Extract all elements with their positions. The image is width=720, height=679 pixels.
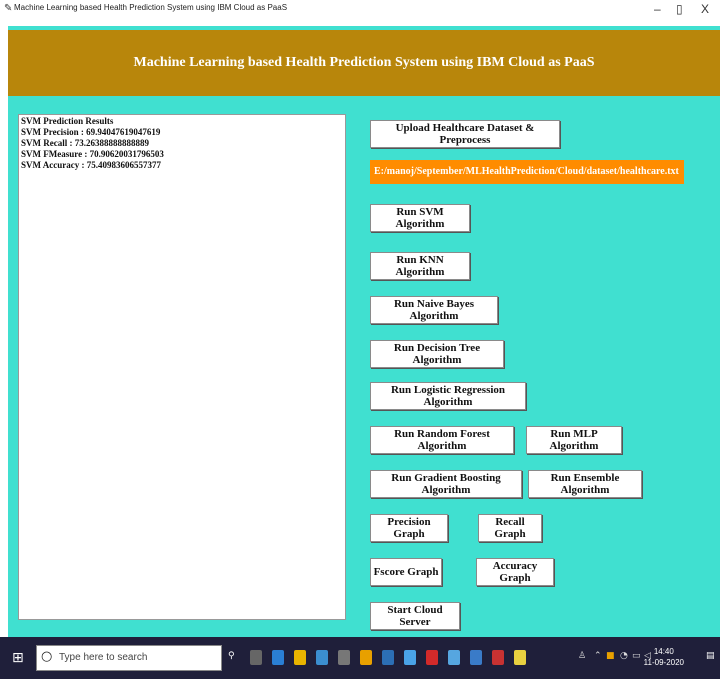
run-decision-tree-button[interactable]: Run Decision Tree Algorithm	[370, 340, 504, 368]
results-line: SVM Precision : 69.94047619047619	[21, 127, 161, 137]
cortana-circle-icon: ○	[41, 649, 53, 664]
upload-dataset-button[interactable]: Upload Healthcare Dataset & Preprocess	[370, 120, 560, 148]
taskbar-search-box[interactable]: ○ Type here to search	[36, 645, 222, 671]
edge-browser-icon[interactable]	[272, 650, 284, 665]
precision-graph-button[interactable]: Precision Graph	[370, 514, 448, 542]
chrome-icon[interactable]	[360, 650, 372, 665]
run-random-forest-button[interactable]: Run Random Forest Algorithm	[370, 426, 514, 454]
run-mlp-button[interactable]: Run MLP Algorithm	[526, 426, 622, 454]
app-icon[interactable]	[492, 650, 504, 665]
fscore-graph-button[interactable]: Fscore Graph	[370, 558, 442, 586]
file-explorer-icon[interactable]	[294, 650, 306, 665]
windows-start-icon[interactable]: ⊞	[12, 650, 24, 666]
run-ensemble-button[interactable]: Run Ensemble Algorithm	[528, 470, 642, 498]
app-header: Machine Learning based Health Prediction…	[8, 30, 720, 96]
store-icon[interactable]	[316, 650, 328, 665]
pdf-icon[interactable]	[426, 650, 438, 665]
results-line: SVM Prediction Results	[21, 116, 114, 126]
clock-time: 14:40	[653, 647, 674, 656]
battery-icon[interactable]: ▭	[632, 651, 641, 661]
taskbar: ⊞ ○ Type here to search ⚲ ♙ ⌃ ■ ◔ ▭ ◁ 14…	[0, 637, 720, 679]
taskbar-clock[interactable]: 14:40 11-09-2020	[644, 646, 684, 668]
results-line: SVM FMeasure : 70.90620031796503	[21, 149, 164, 159]
app-icon[interactable]	[382, 650, 394, 665]
task-view-icon[interactable]	[250, 650, 262, 665]
results-text-area[interactable]: SVM Prediction Results SVM Precision : 6…	[18, 114, 346, 620]
app-icon[interactable]	[470, 650, 482, 665]
close-button[interactable]: X	[701, 2, 709, 16]
recall-graph-button[interactable]: Recall Graph	[478, 514, 542, 542]
mail-icon[interactable]	[338, 650, 350, 665]
run-knn-button[interactable]: Run KNN Algorithm	[370, 252, 470, 280]
microphone-icon[interactable]: ⚲	[228, 651, 235, 661]
run-gradient-boosting-button[interactable]: Run Gradient Boosting Algorithm	[370, 470, 522, 498]
clock-date: 11-09-2020	[643, 658, 684, 667]
window-title: Machine Learning based Health Prediction…	[14, 3, 288, 12]
results-line: SVM Accuracy : 75.40983606557377	[21, 160, 161, 170]
run-naive-bayes-button[interactable]: Run Naive Bayes Algorithm	[370, 296, 498, 324]
run-svm-button[interactable]: Run SVM Algorithm	[370, 204, 470, 232]
accuracy-graph-button[interactable]: Accuracy Graph	[476, 558, 554, 586]
python-icon[interactable]	[514, 650, 526, 665]
start-cloud-server-button[interactable]: Start Cloud Server	[370, 602, 460, 630]
feather-app-icon: ✎	[4, 3, 13, 14]
maximize-button[interactable]: ▯	[676, 2, 683, 16]
app-client-area: Machine Learning based Health Prediction…	[8, 26, 720, 637]
run-logistic-regression-button[interactable]: Run Logistic Regression Algorithm	[370, 382, 526, 410]
app-icon[interactable]	[404, 650, 416, 665]
chevron-up-icon[interactable]: ⌃	[594, 651, 602, 661]
app-icon[interactable]	[448, 650, 460, 665]
dataset-path-label: E:/manoj/September/MLHealthPrediction/Cl…	[370, 160, 684, 184]
network-icon[interactable]: ◔	[620, 651, 628, 661]
title-bar: ✎ Machine Learning based Health Predicti…	[0, 0, 720, 26]
people-icon[interactable]: ♙	[578, 651, 586, 661]
minimize-button[interactable]: –	[654, 2, 661, 16]
notification-icon[interactable]: ▤	[706, 651, 715, 661]
search-placeholder: Type here to search	[59, 652, 148, 663]
results-line: SVM Recall : 73.26388888888889	[21, 138, 149, 148]
tray-app-icon[interactable]: ■	[606, 651, 615, 661]
